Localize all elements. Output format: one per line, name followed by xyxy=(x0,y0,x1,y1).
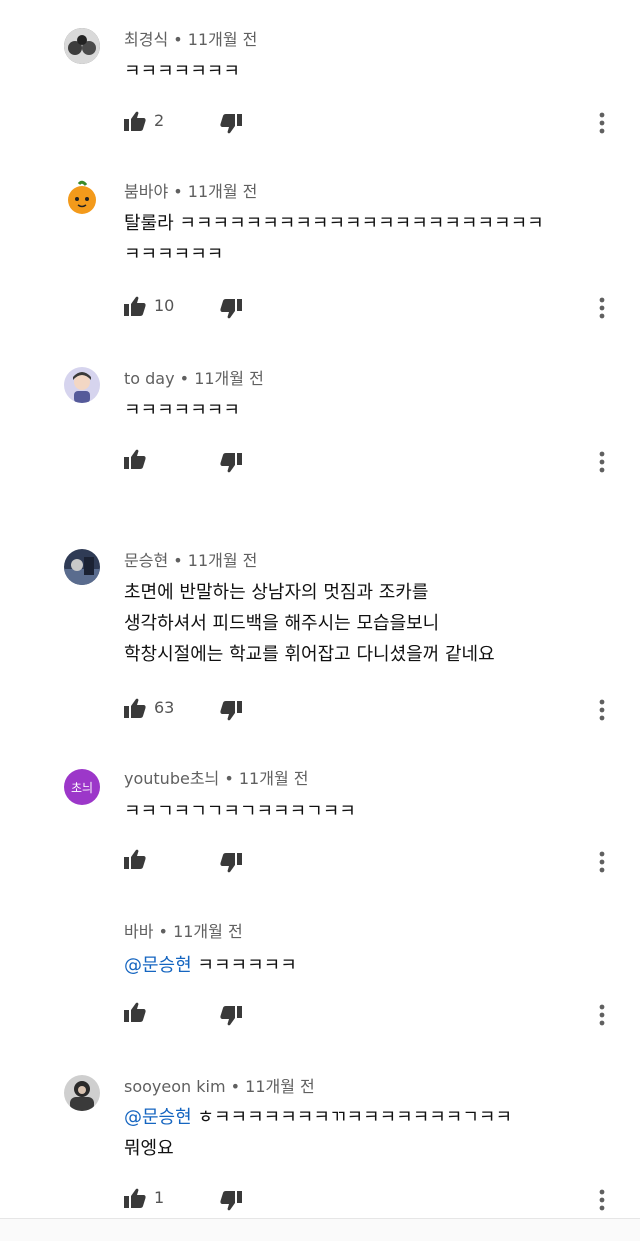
comment-author[interactable]: to day xyxy=(124,369,175,388)
comment-time[interactable]: 11개월 전 xyxy=(188,551,258,570)
comment-text: 탈룰라 ㅋㅋㅋㅋㅋㅋㅋㅋㅋㅋㅋㅋㅋㅋㅋㅋㅋㅋㅋㅋㅋㅋ ㅋㅋㅋㅋㅋㅋ xyxy=(124,213,544,265)
comment-actions: 2 xyxy=(0,110,640,136)
more-vert-icon[interactable] xyxy=(594,110,610,136)
thumbs-up-icon xyxy=(124,1188,146,1208)
mention-link[interactable]: @문승현 xyxy=(124,955,192,976)
orange-character-icon[interactable] xyxy=(64,180,100,216)
like-count: 1 xyxy=(154,1188,165,1207)
comment-meta: 문승현 • 11개월 전 xyxy=(124,551,258,570)
comment-author[interactable]: 붐바야 xyxy=(124,182,168,201)
comment-time[interactable]: 11개월 전 xyxy=(188,182,258,201)
more-vert-icon[interactable] xyxy=(594,1187,610,1213)
like-button[interactable] xyxy=(124,449,154,469)
comment-meta: 최경식 • 11개월 전 xyxy=(124,30,258,49)
like-button[interactable]: 63 xyxy=(124,697,174,719)
bottom-divider xyxy=(0,1218,640,1241)
more-vert-icon[interactable] xyxy=(594,1002,610,1028)
thumbs-down-icon xyxy=(220,1006,242,1026)
comment-author[interactable]: 문승현 xyxy=(124,551,168,570)
mention-link[interactable]: @문승현 xyxy=(124,1107,192,1128)
comment-time[interactable]: 11개월 전 xyxy=(245,1077,315,1096)
like-count: 10 xyxy=(154,296,175,315)
thumbs-down-icon xyxy=(220,299,242,319)
comment-time[interactable]: 11개월 전 xyxy=(239,769,309,788)
thumbs-up-icon xyxy=(124,296,146,316)
dislike-button[interactable] xyxy=(220,1006,242,1026)
like-button[interactable]: 1 xyxy=(124,1187,164,1209)
like-button[interactable] xyxy=(124,849,154,869)
comment-text: @문승현 ㅎㅋㅋㅋㅋㅋㅋㅋㄲㅋㅋㅋㅋㅋㅋㅋㄱㅋㅋ 뭐엥요 xyxy=(124,1107,513,1159)
thumbs-up-icon xyxy=(124,1002,146,1022)
comment-meta: to day • 11개월 전 xyxy=(124,369,264,388)
dislike-button[interactable] xyxy=(220,114,242,134)
comment-meta: 바바 • 11개월 전 xyxy=(124,922,243,941)
comment-author[interactable]: sooyeon kim xyxy=(124,1077,226,1096)
more-vert-icon[interactable] xyxy=(594,697,610,723)
comment-meta: 붐바야 • 11개월 전 xyxy=(124,182,258,201)
comment-actions: 63 xyxy=(0,697,640,723)
comment-text: ㅋㅋㅋㅋㅋㅋㅋ xyxy=(124,400,240,421)
comment-actions: 10 xyxy=(0,295,640,321)
more-vert-icon[interactable] xyxy=(594,449,610,475)
comment-time[interactable]: 11개월 전 xyxy=(173,922,243,941)
dislike-button[interactable] xyxy=(220,299,242,319)
thumbs-down-icon xyxy=(220,853,242,873)
character-avatar-icon[interactable] xyxy=(64,367,100,403)
thumbs-down-icon xyxy=(220,701,242,721)
photo-avatar-icon[interactable] xyxy=(64,549,100,585)
thumbs-down-icon xyxy=(220,453,242,473)
like-button[interactable]: 10 xyxy=(124,295,174,317)
comment-text: 초면에 반말하는 상남자의 멋짐과 조카를 생각하셔서 피드백을 해주시는 모습… xyxy=(124,582,495,665)
thumbs-up-icon xyxy=(124,111,146,131)
initial-avatar-icon[interactable]: 초늬 xyxy=(64,769,100,805)
like-button[interactable]: 2 xyxy=(124,110,164,132)
dislike-button[interactable] xyxy=(220,1191,242,1211)
dislike-button[interactable] xyxy=(220,701,242,721)
comment-actions: 1 xyxy=(0,1187,640,1213)
comment-text: ㅋㅋㄱㅋㄱㄱㅋㄱㅋㅋㅋㄱㅋㅋ xyxy=(124,801,356,822)
comment-time[interactable]: 11개월 전 xyxy=(194,369,264,388)
comment-author[interactable]: 바바 xyxy=(124,922,153,941)
thumbs-up-icon xyxy=(124,849,146,869)
comment-meta: sooyeon kim • 11개월 전 xyxy=(124,1077,315,1096)
dislike-button[interactable] xyxy=(220,453,242,473)
like-count: 2 xyxy=(154,111,165,130)
comment-actions xyxy=(0,1002,640,1028)
comment-actions xyxy=(0,449,640,475)
thumbs-up-icon xyxy=(124,698,146,718)
comment-meta: youtube초늬 • 11개월 전 xyxy=(124,769,309,788)
thumbs-down-icon xyxy=(220,1191,242,1211)
comment-time[interactable]: 11개월 전 xyxy=(188,30,258,49)
thumbs-up-icon xyxy=(124,449,146,469)
like-button[interactable] xyxy=(124,1002,154,1022)
like-count: 63 xyxy=(154,698,175,717)
more-vert-icon[interactable] xyxy=(594,849,610,875)
user-photo-icon[interactable] xyxy=(64,28,100,64)
comment-text: ㅋㅋㅋㅋㅋㅋㅋ xyxy=(124,61,240,82)
more-vert-icon[interactable] xyxy=(594,295,610,321)
comment-actions xyxy=(0,849,640,875)
dislike-button[interactable] xyxy=(220,853,242,873)
comment-text: @문승현 ㅋㅋㅋㅋㅋㅋ xyxy=(124,955,297,976)
comment-author[interactable]: 최경식 xyxy=(124,30,168,49)
photo-avatar-icon[interactable] xyxy=(64,1075,100,1111)
comment-author[interactable]: youtube초늬 xyxy=(124,769,219,788)
thumbs-down-icon xyxy=(220,114,242,134)
